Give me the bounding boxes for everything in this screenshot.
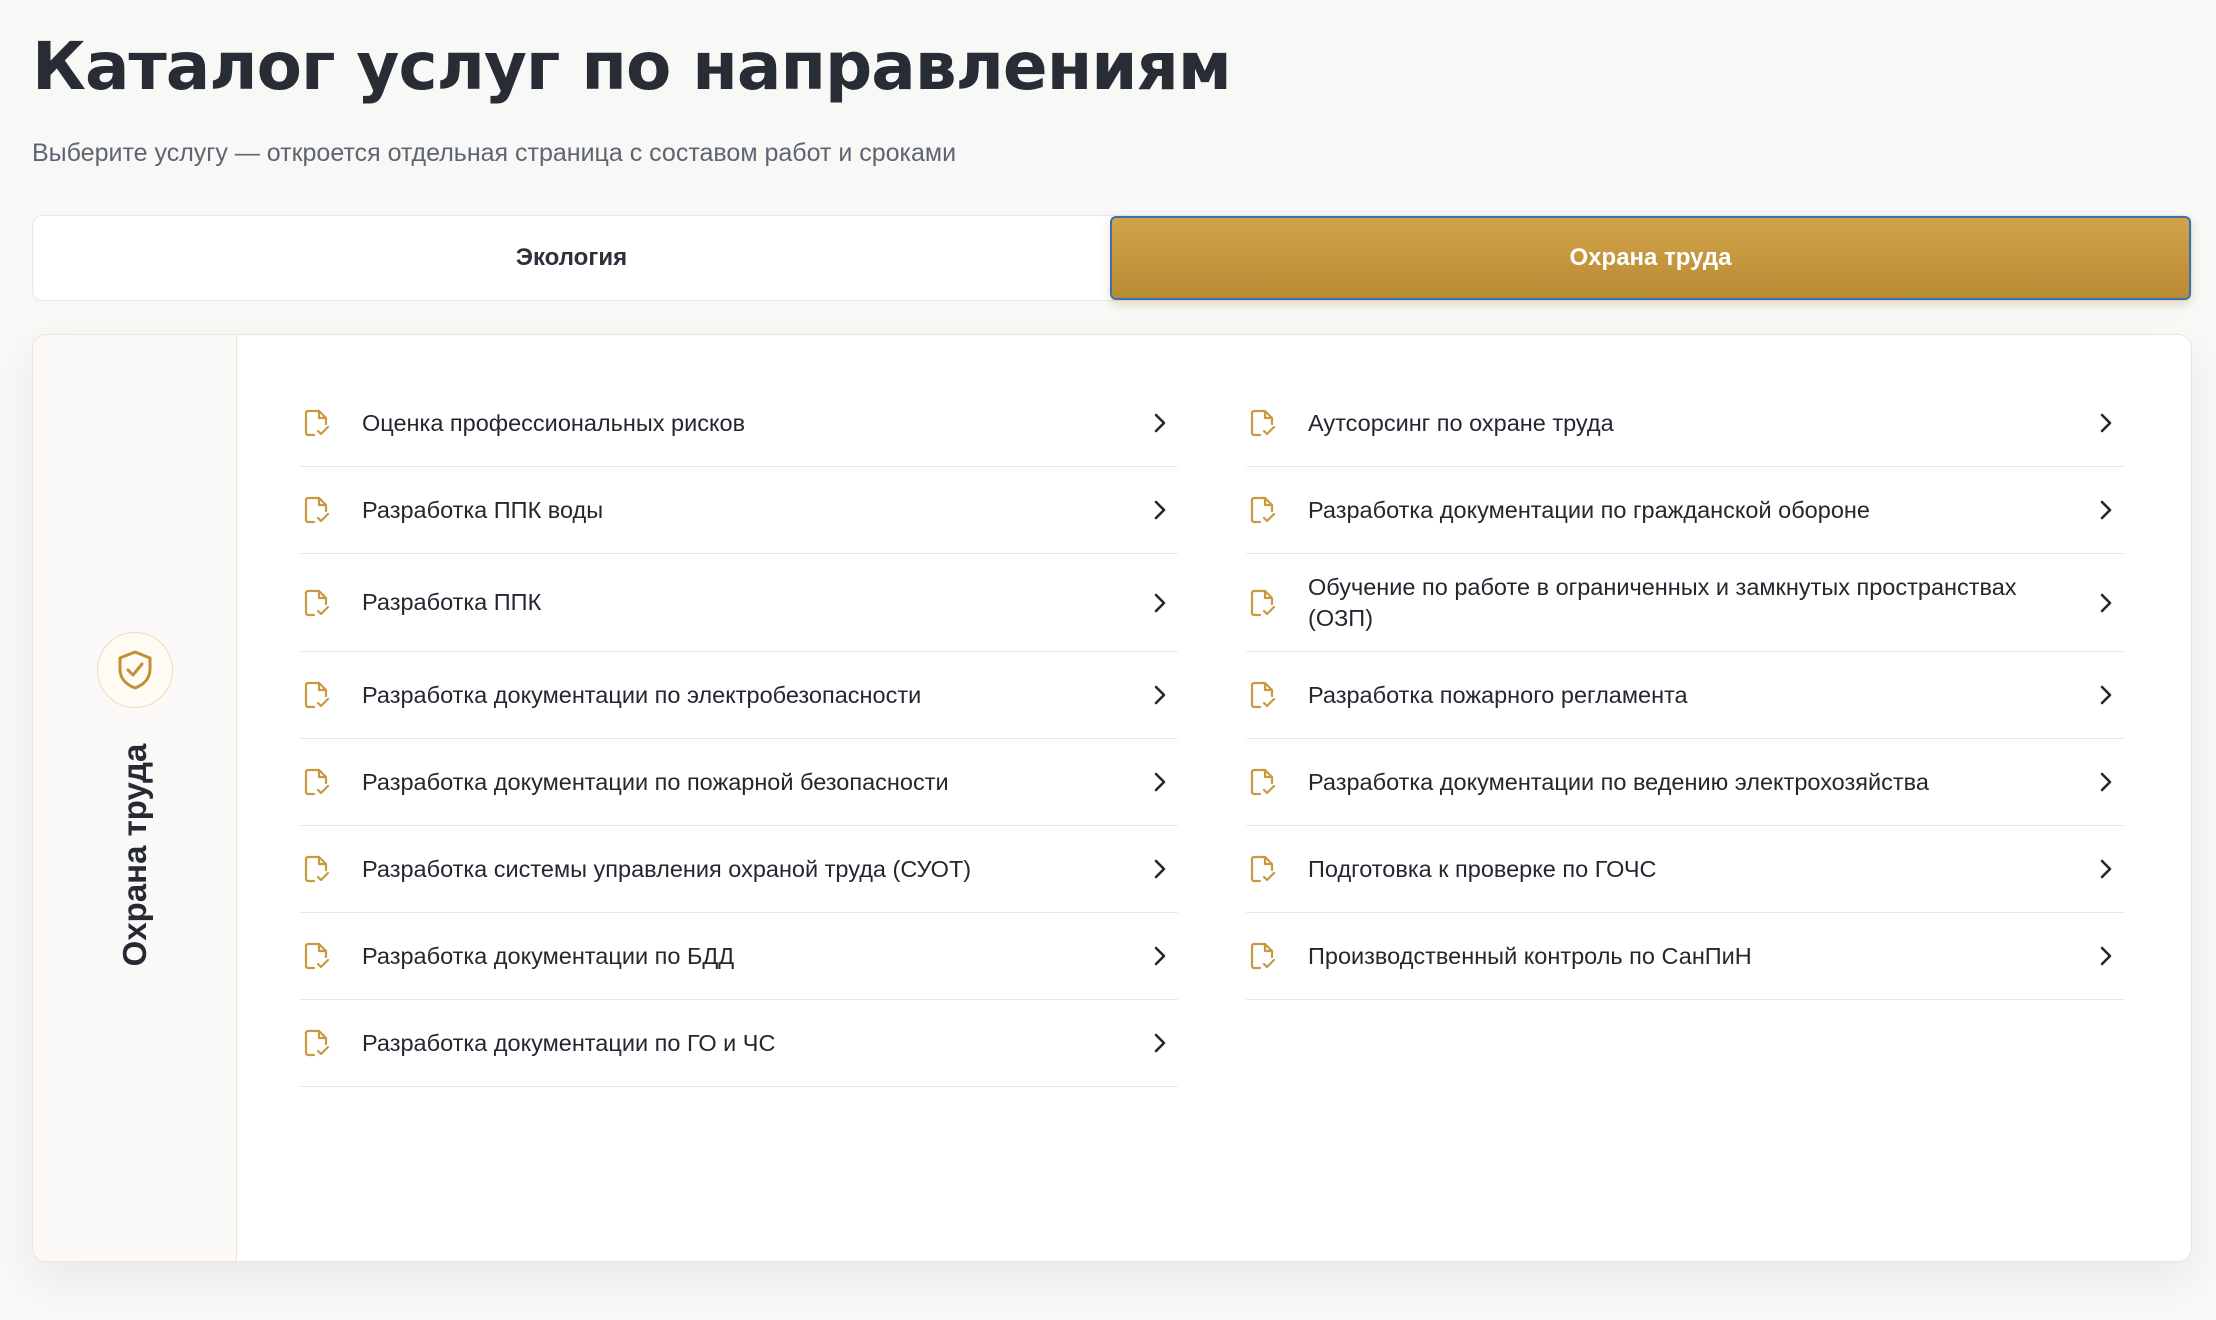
service-item[interactable]: Разработка системы управления охраной тр… [300, 826, 1178, 913]
service-label: Оценка профессиональных рисков [362, 409, 746, 436]
service-item[interactable]: Разработка документации по ГО и ЧС [300, 1000, 1178, 1087]
services-list-left: Оценка профессиональных рисков Разработк… [300, 380, 1178, 1087]
service-item[interactable]: Подготовка к проверке по ГОЧС [1246, 826, 2124, 913]
document-check-icon [1248, 940, 1278, 972]
chevron-right-icon [1148, 683, 1172, 707]
service-item[interactable]: Обучение по работе в ограниченных и замк… [1246, 554, 2124, 652]
document-check-icon [1248, 853, 1278, 885]
services-panel: Охрана труда Оценка профессиональных рис… [32, 334, 2192, 1262]
service-item[interactable]: Разработка документации по пожарной безо… [300, 739, 1178, 826]
chevron-right-icon [2094, 683, 2118, 707]
document-check-icon [302, 940, 332, 972]
document-check-icon [1248, 587, 1278, 619]
chevron-right-icon [2094, 770, 2118, 794]
service-item[interactable]: Разработка документации по БДД [300, 913, 1178, 1000]
service-label: Обучение по работе в ограниченных и замк… [1308, 573, 2017, 631]
service-item[interactable]: Разработка ППК воды [300, 467, 1178, 554]
service-label: Разработка документации по ГО и ЧС [362, 1029, 776, 1056]
chevron-right-icon [2094, 498, 2118, 522]
document-check-icon [302, 766, 332, 798]
service-label: Разработка документации по электробезопа… [362, 681, 922, 708]
service-item[interactable]: Разработка пожарного регламента [1246, 652, 2124, 739]
chevron-right-icon [1148, 1031, 1172, 1055]
chevron-right-icon [1148, 770, 1172, 794]
service-label: Производственный контроль по СанПиН [1308, 942, 1752, 969]
service-label: Разработка документации по ведению элект… [1308, 768, 1929, 795]
service-item[interactable]: Оценка профессиональных рисков [300, 380, 1178, 467]
service-item[interactable]: Разработка документации по электробезопа… [300, 652, 1178, 739]
service-item[interactable]: Аутсорсинг по охране труда [1246, 380, 2124, 467]
document-check-icon [1248, 494, 1278, 526]
service-label: Разработка документации по БДД [362, 942, 735, 969]
services-list-right: Аутсорсинг по охране труда Разработка до… [1246, 380, 2124, 1000]
tab-labor-safety[interactable]: Охрана труда [1110, 216, 2191, 300]
document-check-icon [302, 679, 332, 711]
shield-check-icon [97, 632, 173, 708]
document-check-icon [1248, 766, 1278, 798]
category-tabs: Экология Охрана труда [32, 215, 2192, 301]
service-label: Разработка документации по пожарной безо… [362, 768, 949, 795]
chevron-right-icon [1148, 411, 1172, 435]
page-subtitle: Выберите услугу — откроется отдельная ст… [32, 139, 957, 167]
service-item[interactable]: Разработка документации по ведению элект… [1246, 739, 2124, 826]
document-check-icon [302, 494, 332, 526]
sidebar-category-label: Охрана труда [116, 743, 153, 967]
service-label: Аутсорсинг по охране труда [1308, 409, 1614, 436]
chevron-right-icon [1148, 498, 1172, 522]
chevron-right-icon [2094, 591, 2118, 615]
service-label: Разработка пожарного регламента [1308, 681, 1688, 708]
chevron-right-icon [2094, 411, 2118, 435]
document-check-icon [302, 1027, 332, 1059]
chevron-right-icon [1148, 857, 1172, 881]
service-label: Разработка документации по гражданской о… [1308, 496, 1870, 523]
tab-ecology[interactable]: Экология [33, 216, 1110, 300]
page-title: Каталог услуг по направлениям [32, 28, 1232, 105]
chevron-right-icon [2094, 944, 2118, 968]
panel-sidebar: Охрана труда [33, 335, 237, 1261]
chevron-right-icon [1148, 591, 1172, 615]
document-check-icon [1248, 679, 1278, 711]
document-check-icon [302, 853, 332, 885]
service-label: Разработка ППК [362, 589, 542, 615]
document-check-icon [302, 587, 332, 619]
page: Каталог услуг по направлениям Выберите у… [0, 0, 2216, 1320]
service-item[interactable]: Разработка документации по гражданской о… [1246, 467, 2124, 554]
service-label: Подготовка к проверке по ГОЧС [1308, 855, 1657, 882]
chevron-right-icon [2094, 857, 2118, 881]
service-label: Разработка системы управления охраной тр… [362, 855, 972, 882]
chevron-right-icon [1148, 944, 1172, 968]
service-item[interactable]: Разработка ППК [300, 554, 1178, 652]
service-label: Разработка ППК воды [362, 496, 604, 523]
document-check-icon [1248, 407, 1278, 439]
service-item[interactable]: Производственный контроль по СанПиН [1246, 913, 2124, 1000]
document-check-icon [302, 407, 332, 439]
